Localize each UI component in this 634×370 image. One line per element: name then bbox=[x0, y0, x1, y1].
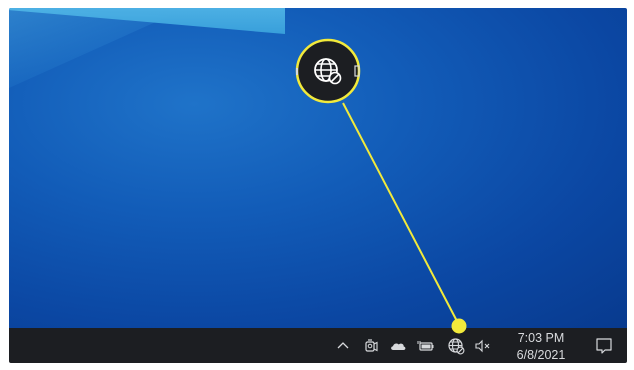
battery-plug-icon[interactable] bbox=[416, 337, 434, 355]
screenshot-frame: 7:03 PM 6/8/2021 bbox=[9, 8, 627, 363]
chevron-up-icon[interactable] bbox=[334, 337, 352, 355]
clock-time: 7:03 PM bbox=[517, 331, 565, 345]
speech-bubble-icon[interactable] bbox=[594, 336, 614, 356]
taskbar-clock[interactable]: 7:03 PM 6/8/2021 bbox=[505, 330, 577, 363]
taskbar: 7:03 PM 6/8/2021 bbox=[9, 328, 627, 363]
desktop bbox=[9, 8, 627, 328]
camera-icon[interactable] bbox=[362, 337, 380, 355]
clock-date: 6/8/2021 bbox=[516, 348, 566, 362]
globe-blocked-icon[interactable] bbox=[447, 337, 465, 355]
cloud-icon[interactable] bbox=[389, 337, 407, 355]
speaker-muted-icon[interactable] bbox=[474, 337, 492, 355]
